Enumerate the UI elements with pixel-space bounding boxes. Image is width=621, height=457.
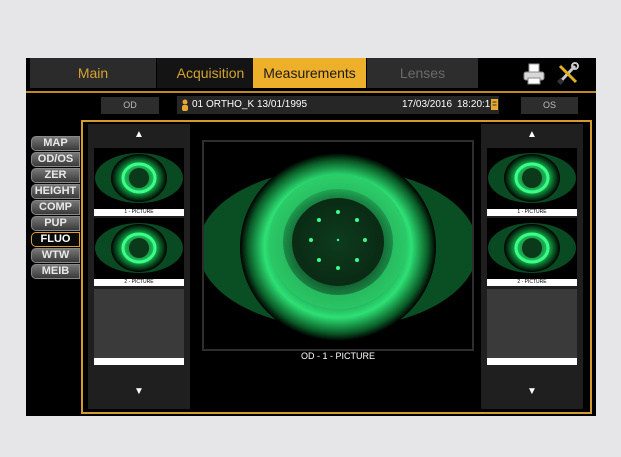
od-eye-button[interactable]: OD <box>101 97 159 114</box>
side-menu-map[interactable]: MAP <box>31 136 80 151</box>
fluo-eye-image <box>204 153 472 341</box>
side-menu-pup[interactable]: PUP <box>31 216 80 231</box>
left-thumb-2[interactable] <box>94 218 184 279</box>
patient-id: 01 <box>192 99 204 110</box>
left-empty-slot <box>94 289 184 358</box>
tab-lenses[interactable]: Lenses <box>367 58 478 88</box>
eye-thumbnail-image <box>95 153 183 203</box>
patient-info-bar: 01 ORTHO_K 13/01/1995 17/03/2016 18:20:1… <box>177 96 499 114</box>
side-menu-zer[interactable]: ZER <box>31 168 80 183</box>
nav-divider <box>26 91 596 93</box>
top-nav: Main Acquisition Measurements Lenses <box>26 58 596 91</box>
right-thumb-2-caption: 2 - PICTURE <box>487 279 577 286</box>
tab-main[interactable]: Main <box>30 58 156 88</box>
right-scroll-up-arrow[interactable]: ▲ <box>481 129 583 140</box>
side-menu-fluo[interactable]: FLUO <box>31 232 80 247</box>
patient-name: ORTHO_K <box>206 99 255 110</box>
eye-thumbnail-image <box>488 153 576 203</box>
side-menu-wtw[interactable]: WTW <box>31 248 80 263</box>
app-window: Main Acquisition Measurements Lenses OD … <box>26 58 596 416</box>
side-menu-meib[interactable]: MEIB <box>31 264 80 279</box>
side-menu-height[interactable]: HEIGHT <box>31 184 80 199</box>
right-scroll-down-arrow[interactable]: ▼ <box>481 386 583 397</box>
side-menu-comp[interactable]: COMP <box>31 200 80 215</box>
right-thumb-1-caption: 1 - PICTURE <box>487 209 577 216</box>
left-thumbnail-column: ▲ 1 - PICTURE 2 - PICTURE ▼ <box>88 124 190 409</box>
left-thumb-2-caption: 2 - PICTURE <box>94 279 184 286</box>
left-thumb-1[interactable] <box>94 148 184 209</box>
left-scroll-down-arrow[interactable]: ▼ <box>88 386 190 397</box>
main-eye-image[interactable] <box>202 140 474 351</box>
left-empty-slot-caption <box>94 358 184 365</box>
side-menu-od-os[interactable]: OD/OS <box>31 152 80 167</box>
notes-icon[interactable] <box>491 99 498 110</box>
birth-date: 13/01/1995 <box>257 99 308 110</box>
exam-date: 17/03/2016 <box>402 99 453 110</box>
tools-icon[interactable] <box>555 61 581 87</box>
left-scroll-up-arrow[interactable]: ▲ <box>88 129 190 140</box>
print-icon[interactable] <box>521 61 547 87</box>
os-eye-button[interactable]: OS <box>521 97 578 114</box>
tab-acquisition[interactable]: Acquisition <box>157 58 264 88</box>
eye-thumbnail-image <box>95 223 183 273</box>
right-empty-slot-caption <box>487 358 577 365</box>
patient-icon <box>182 99 188 111</box>
main-image-caption: OD - 1 - PICTURE <box>300 351 375 361</box>
tab-measurements[interactable]: Measurements <box>253 58 366 88</box>
left-thumb-1-caption: 1 - PICTURE <box>94 209 184 216</box>
eye-thumbnail-image <box>488 223 576 273</box>
right-thumbnail-column: ▲ 1 - PICTURE 2 - PICTURE ▼ <box>481 124 583 409</box>
right-thumb-1[interactable] <box>487 148 577 209</box>
right-thumb-2[interactable] <box>487 218 577 279</box>
right-empty-slot <box>487 289 577 358</box>
